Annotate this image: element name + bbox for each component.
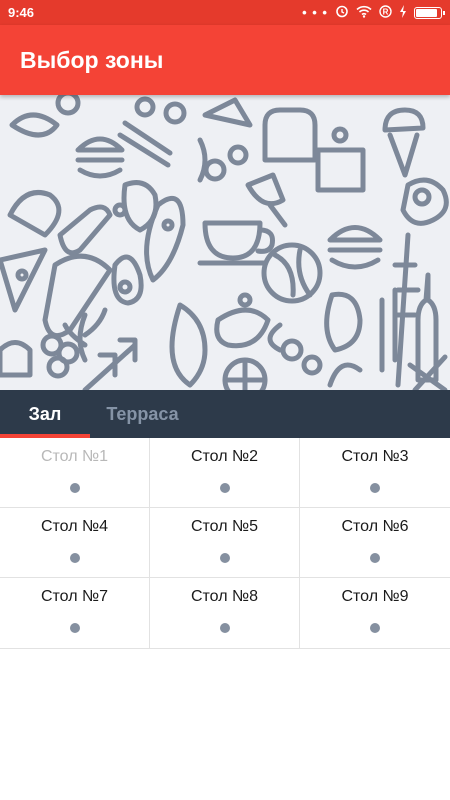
food-pattern-banner — [0, 95, 450, 390]
page-title: Выбор зоны — [20, 46, 164, 73]
table-cell-4[interactable]: Стол №4 — [0, 508, 150, 578]
table-label: Стол №7 — [40, 588, 109, 605]
table-label: Стол №8 — [190, 588, 259, 605]
table-status-dot — [69, 623, 80, 633]
tab-hall[interactable]: Зал — [0, 390, 90, 438]
table-status-dot — [370, 553, 380, 563]
svg-text:R: R — [383, 7, 389, 16]
zone-tabs: Зал Терраса — [0, 390, 450, 438]
charging-icon — [399, 4, 407, 21]
alarm-icon — [335, 4, 349, 21]
table-cell-5[interactable]: Стол №5 — [150, 508, 300, 578]
table-status-dot — [69, 553, 80, 563]
table-label: Стол №2 — [190, 448, 259, 465]
r-badge-icon: R — [379, 4, 392, 21]
table-label: Стол №4 — [40, 518, 109, 535]
table-cell-8[interactable]: Стол №8 — [150, 578, 300, 648]
table-label: Стол №9 — [341, 588, 409, 605]
table-status-dot — [370, 483, 380, 493]
status-icons: • • • R — [302, 4, 445, 21]
wifi-icon — [356, 5, 372, 21]
table-status-dot — [370, 623, 380, 633]
tab-terrace[interactable]: Терраса — [90, 390, 195, 438]
battery-icon — [414, 6, 445, 19]
notification-dots: • • • — [302, 5, 328, 20]
status-time: 9:46 — [8, 5, 35, 20]
tables-grid: Стол №1 Стол №2 Стол №3 Стол №4 Стол №5 … — [0, 438, 450, 649]
food-doodle-illustration — [0, 95, 449, 390]
table-status-dot — [219, 623, 230, 633]
table-label: Стол №6 — [341, 518, 409, 535]
tab-terrace-label: Терраса — [106, 403, 179, 424]
table-status-dot — [69, 483, 80, 493]
table-cell-9[interactable]: Стол №9 — [300, 578, 450, 648]
table-label: Стол №5 — [190, 518, 259, 535]
table-cell-6[interactable]: Стол №6 — [300, 508, 450, 578]
table-cell-2[interactable]: Стол №2 — [150, 438, 300, 508]
table-status-dot — [219, 553, 230, 563]
app-bar: Выбор зоны — [0, 25, 450, 95]
table-cell-3[interactable]: Стол №3 — [300, 438, 450, 508]
table-label: Стол №3 — [341, 448, 409, 465]
tab-hall-label: Зал — [28, 403, 62, 424]
table-cell-1[interactable]: Стол №1 — [0, 438, 150, 508]
table-cell-7[interactable]: Стол №7 — [0, 578, 150, 648]
table-label: Стол №1 — [40, 448, 109, 465]
status-bar: 9:46 • • • R — [0, 0, 450, 25]
table-status-dot — [219, 483, 230, 493]
